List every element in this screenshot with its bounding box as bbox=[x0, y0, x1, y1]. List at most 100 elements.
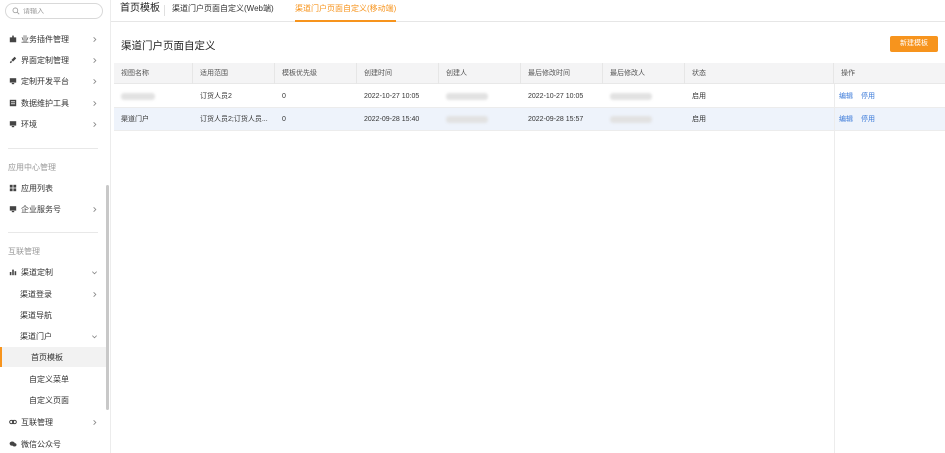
disable-link[interactable]: 停用 bbox=[861, 116, 875, 123]
sidebar-item-label: 渠道门户 bbox=[20, 331, 52, 341]
sidebar-item-label: 渠道登录 bbox=[20, 289, 52, 299]
sidebar-item-channel-nav[interactable]: 渠道导航 bbox=[0, 305, 106, 325]
chevron-right-icon bbox=[93, 36, 97, 42]
cell-view-name bbox=[114, 85, 193, 108]
chevron-right-icon bbox=[93, 100, 97, 106]
sidebar-scrollbar[interactable] bbox=[106, 185, 109, 410]
column-header-status[interactable]: 状态 bbox=[685, 63, 834, 84]
monitor-icon bbox=[8, 77, 17, 86]
section-title-interconnect: 互联管理 bbox=[8, 247, 40, 256]
cell-status: 启用 bbox=[692, 116, 706, 123]
sidebar-item-channel-portal[interactable]: 渠道门户 bbox=[0, 326, 106, 346]
tab-bar: 首页模板 渠道门户页面自定义(Web端) 渠道门户页面自定义(移动端) bbox=[111, 0, 945, 22]
cell-creator bbox=[439, 108, 521, 131]
tab-home-template[interactable]: 首页模板 bbox=[120, 0, 160, 22]
sidebar-item-app-list[interactable]: 应用列表 bbox=[0, 178, 106, 198]
chevron-down-icon bbox=[92, 270, 97, 274]
tab-portal-web[interactable]: 渠道门户页面自定义(Web端) bbox=[172, 0, 274, 22]
sidebar-item-custom-page[interactable]: 自定义页面 bbox=[0, 390, 106, 410]
cell-modified: 2022-10-27 10:05 bbox=[528, 93, 584, 100]
chevron-down-icon bbox=[92, 334, 97, 338]
actions-column-border bbox=[834, 84, 835, 453]
sidebar-search[interactable] bbox=[5, 3, 103, 19]
table-row[interactable]: 订货人员2 0 2022-10-27 10:05 2022-10-27 10:0… bbox=[114, 85, 945, 108]
redacted-text bbox=[121, 92, 155, 100]
column-header-created[interactable]: 创建时间 bbox=[357, 63, 439, 84]
cell-created: 2022-10-27 10:05 bbox=[364, 93, 420, 100]
column-header-creator[interactable]: 创建人 bbox=[439, 63, 521, 84]
edit-link[interactable]: 编辑 bbox=[839, 93, 853, 100]
sidebar-item-wechat[interactable]: 微信公众号 bbox=[0, 434, 106, 453]
cell-status: 启用 bbox=[692, 93, 706, 100]
sidebar: 业务插件管理 界面定制管理 定制开发平台 数据维护工具 环境 应用中心管理 应用… bbox=[0, 0, 111, 453]
sidebar-item-channel-login[interactable]: 渠道登录 bbox=[0, 284, 106, 304]
sidebar-item-label: 数据维护工具 bbox=[21, 98, 69, 108]
sidebar-item-channel-custom[interactable]: 渠道定制 bbox=[0, 262, 106, 282]
sidebar-item-custom-menu[interactable]: 自定义菜单 bbox=[0, 369, 106, 389]
cell-actions: 编辑 停用 bbox=[834, 85, 945, 108]
new-template-button[interactable]: 新建模板 bbox=[890, 36, 938, 52]
cell-modifier bbox=[603, 85, 685, 108]
sidebar-item-plugin[interactable]: 业务插件管理 bbox=[0, 29, 106, 49]
sidebar-divider bbox=[8, 148, 98, 149]
column-header-modifier[interactable]: 最后修改人 bbox=[603, 63, 685, 84]
sidebar-item-label: 定制开发平台 bbox=[21, 76, 69, 86]
search-input[interactable] bbox=[23, 7, 103, 15]
sidebar-item-label: 渠道导航 bbox=[20, 310, 52, 320]
chevron-right-icon bbox=[93, 419, 97, 425]
cell-scope: 订货人员2;订货人员... bbox=[200, 116, 268, 123]
cell-actions: 编辑 停用 bbox=[834, 108, 945, 131]
cell-priority: 0 bbox=[282, 93, 286, 100]
cell-creator bbox=[439, 85, 521, 108]
sidebar-item-label: 应用列表 bbox=[21, 183, 53, 193]
sidebar-item-label: 渠道定制 bbox=[21, 267, 53, 277]
sidebar-item-label: 自定义菜单 bbox=[29, 374, 69, 384]
template-table: 视图名称 适用范围 模板优先级 创建时间 创建人 最后修改时间 最后修改人 状态… bbox=[114, 63, 945, 453]
cell-modifier bbox=[603, 108, 685, 131]
sidebar-item-label: 互联管理 bbox=[21, 417, 53, 427]
database-icon bbox=[8, 99, 17, 108]
chevron-right-icon bbox=[93, 78, 97, 84]
table-header: 视图名称 适用范围 模板优先级 创建时间 创建人 最后修改时间 最后修改人 状态… bbox=[114, 63, 945, 84]
disable-link[interactable]: 停用 bbox=[861, 93, 875, 100]
table-row[interactable]: 渠道门户 订货人员2;订货人员... 0 2022-09-28 15:40 20… bbox=[114, 108, 945, 131]
sidebar-item-label: 自定义页面 bbox=[29, 395, 69, 405]
sidebar-item-dev[interactable]: 定制开发平台 bbox=[0, 71, 106, 91]
sidebar-item-label: 界面定制管理 bbox=[21, 55, 69, 65]
tab-divider bbox=[164, 5, 165, 16]
sidebar-item-label: 环境 bbox=[21, 119, 37, 129]
grid-icon bbox=[8, 184, 17, 193]
column-header-actions: 操作 bbox=[841, 70, 855, 77]
bar-chart-icon bbox=[8, 268, 17, 277]
page-title: 渠道门户页面自定义 bbox=[121, 40, 216, 52]
link-icon bbox=[8, 418, 17, 427]
column-header-view-name[interactable]: 视图名称 bbox=[114, 63, 193, 84]
column-header-scope[interactable]: 适用范围 bbox=[193, 63, 275, 84]
column-header-modified[interactable]: 最后修改时间 bbox=[521, 63, 603, 84]
brush-icon bbox=[8, 56, 17, 65]
cell-created: 2022-09-28 15:40 bbox=[364, 116, 420, 123]
puzzle-icon bbox=[8, 35, 17, 44]
sidebar-divider bbox=[8, 232, 98, 233]
sidebar-item-enterprise-service[interactable]: 企业服务号 bbox=[0, 199, 106, 219]
chevron-right-icon bbox=[93, 206, 97, 212]
redacted-text bbox=[610, 92, 652, 100]
monitor-icon bbox=[8, 205, 17, 214]
redacted-text bbox=[446, 92, 488, 100]
wechat-icon bbox=[8, 440, 17, 449]
edit-link[interactable]: 编辑 bbox=[839, 116, 853, 123]
sidebar-item-label: 业务插件管理 bbox=[21, 34, 69, 44]
cell-view-name: 渠道门户 bbox=[121, 116, 149, 123]
cell-scope: 订货人员2 bbox=[200, 93, 232, 100]
cell-priority: 0 bbox=[282, 116, 286, 123]
section-title-app: 应用中心管理 bbox=[8, 163, 56, 172]
redacted-text bbox=[446, 115, 488, 123]
sidebar-item-interconnect-mgmt[interactable]: 互联管理 bbox=[0, 412, 106, 432]
tab-portal-mobile[interactable]: 渠道门户页面自定义(移动端) bbox=[295, 0, 397, 22]
sidebar-item-env[interactable]: 环境 bbox=[0, 114, 106, 134]
sidebar-item-data[interactable]: 数据维护工具 bbox=[0, 93, 106, 113]
column-header-priority[interactable]: 模板优先级 bbox=[275, 63, 357, 84]
sidebar-item-ui[interactable]: 界面定制管理 bbox=[0, 50, 106, 70]
sidebar-item-home-template[interactable]: 首页模板 bbox=[0, 347, 106, 367]
cell-modified: 2022-09-28 15:57 bbox=[528, 116, 584, 123]
